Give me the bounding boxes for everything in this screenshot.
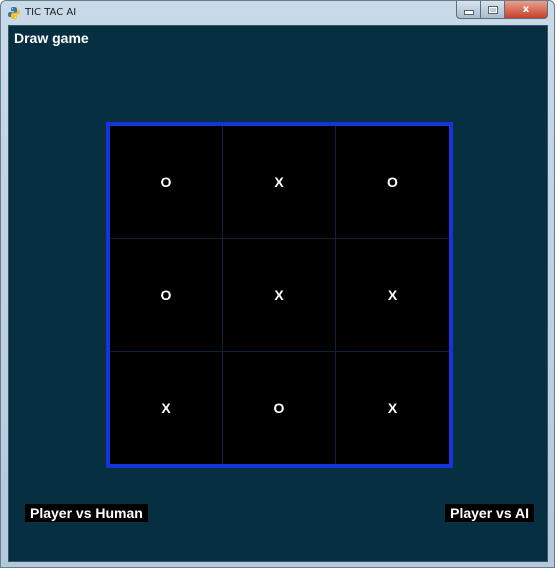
minimize-icon [463, 10, 474, 15]
player-vs-human-button[interactable]: Player vs Human [25, 504, 148, 522]
close-icon: x [522, 4, 530, 15]
title-bar[interactable]: TIC TAC AI x [1, 1, 554, 25]
board-cell-r1c1[interactable]: O [110, 126, 223, 239]
board-cell-r1c2[interactable]: X [223, 126, 336, 239]
maximize-icon [487, 5, 498, 14]
window-title: TIC TAC AI [25, 7, 77, 18]
board-cell-r2c1[interactable]: O [110, 239, 223, 352]
game-status: Draw game [14, 30, 89, 46]
board-cell-r1c3[interactable]: O [336, 126, 449, 239]
maximize-button[interactable] [480, 1, 504, 19]
app-window: TIC TAC AI x Draw game O X O O X X X O X [0, 0, 555, 568]
player-vs-ai-button[interactable]: Player vs AI [445, 504, 534, 522]
board-cell-r3c2[interactable]: O [223, 352, 336, 464]
game-canvas: Draw game O X O O X X X O X Player vs Hu… [8, 25, 548, 562]
minimize-button[interactable] [456, 1, 480, 19]
python-snake-icon [8, 7, 20, 19]
board-cell-r3c1[interactable]: X [110, 352, 223, 464]
board-cell-r3c3[interactable]: X [336, 352, 449, 464]
board-cell-r2c3[interactable]: X [336, 239, 449, 352]
caption-buttons: x [456, 1, 548, 19]
board-cell-r2c2[interactable]: X [223, 239, 336, 352]
game-board: O X O O X X X O X [106, 122, 453, 468]
close-button[interactable]: x [504, 1, 548, 19]
